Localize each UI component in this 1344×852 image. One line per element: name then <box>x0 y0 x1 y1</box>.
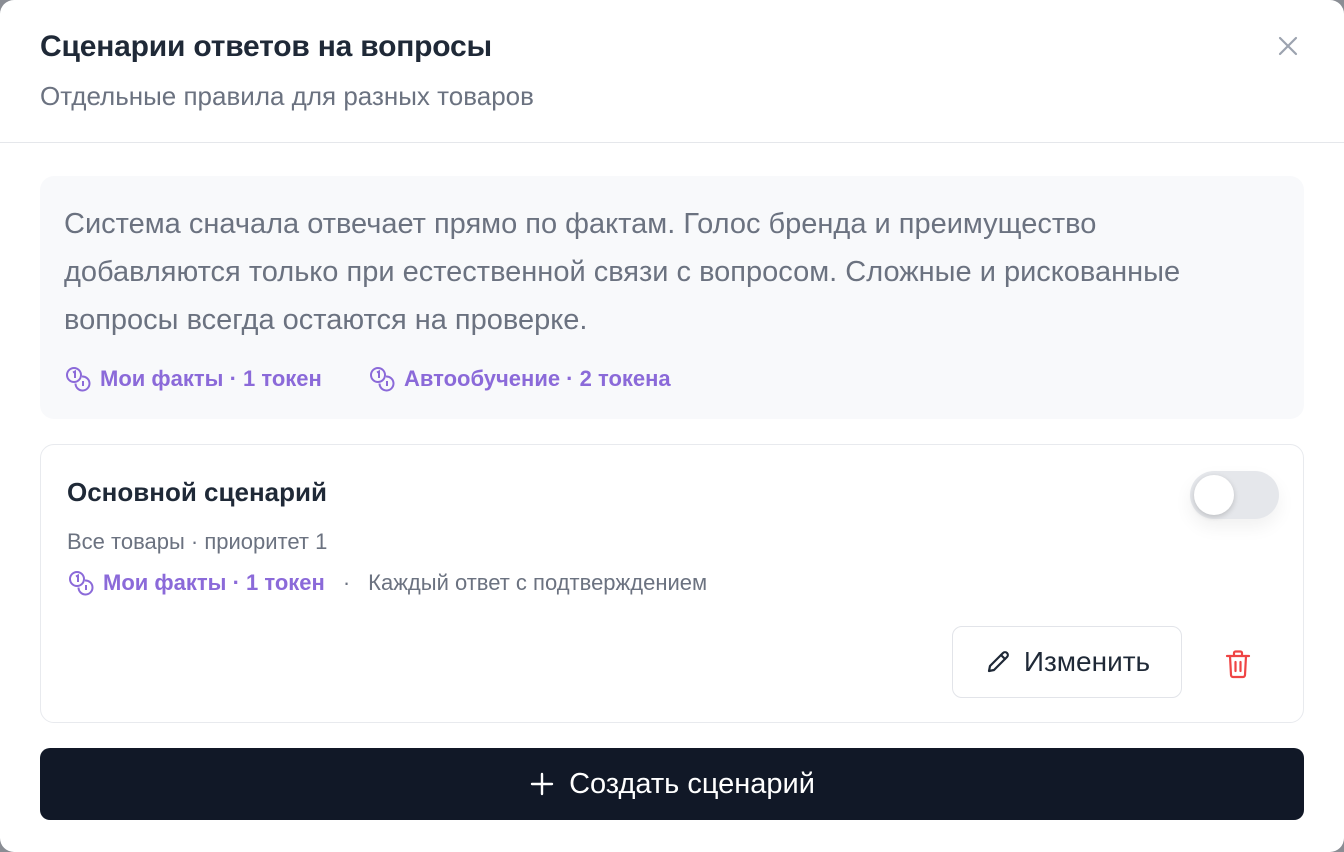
separator-dot: · <box>342 570 351 595</box>
tag-auto-learning[interactable]: Автообучение · 2 токена <box>368 365 671 393</box>
coins-icon <box>370 367 395 392</box>
modal-title: Сценарии ответов на вопросы <box>40 30 492 63</box>
scenario-tag-my-facts[interactable]: Мои факты · 1 токен <box>67 569 325 597</box>
info-panel: Система сначала отвечает прямо по фактам… <box>40 176 1304 419</box>
toggle-knob <box>1194 475 1234 515</box>
scenario-title: Основной сценарий <box>67 477 327 507</box>
coins-icon <box>66 367 91 392</box>
create-scenario-button[interactable]: Создать сценарий <box>40 748 1304 820</box>
scenario-tags: Мои факты · 1 токен · Каждый ответ с под… <box>67 569 707 597</box>
scenario-meta: Все товары · приоритет 1 <box>67 529 328 554</box>
scenario-mode: Каждый ответ с подтверждением <box>368 570 708 595</box>
create-scenario-label: Создать сценарий <box>569 767 815 800</box>
plus-icon <box>530 772 554 796</box>
tag-auto-learning-label: Автообучение · 2 токена <box>404 366 671 391</box>
pencil-icon <box>987 651 1009 673</box>
edit-button-label: Изменить <box>1023 646 1151 677</box>
modal-header: Сценарии ответов на вопросы Отдельные пр… <box>0 0 1344 143</box>
scenario-tag-label: Мои факты · 1 токен <box>103 570 325 595</box>
info-text: Система сначала отвечает прямо по фактам… <box>64 208 1181 336</box>
scenarios-modal: Сценарии ответов на вопросы Отдельные пр… <box>0 0 1344 852</box>
tag-my-facts[interactable]: Мои факты · 1 токен <box>64 365 322 393</box>
tag-my-facts-label: Мои факты · 1 токен <box>100 366 322 391</box>
scenario-enabled-toggle[interactable] <box>1190 471 1279 519</box>
close-icon <box>1278 36 1298 56</box>
delete-button[interactable] <box>1216 642 1260 686</box>
coins-icon <box>69 571 94 596</box>
trash-icon <box>1225 650 1251 679</box>
scenario-card: Основной сценарий Все товары · приоритет… <box>40 444 1304 723</box>
modal-subtitle: Отдельные правила для разных товаров <box>40 81 534 111</box>
close-button[interactable] <box>1270 28 1306 64</box>
edit-button[interactable]: Изменить <box>952 626 1182 698</box>
